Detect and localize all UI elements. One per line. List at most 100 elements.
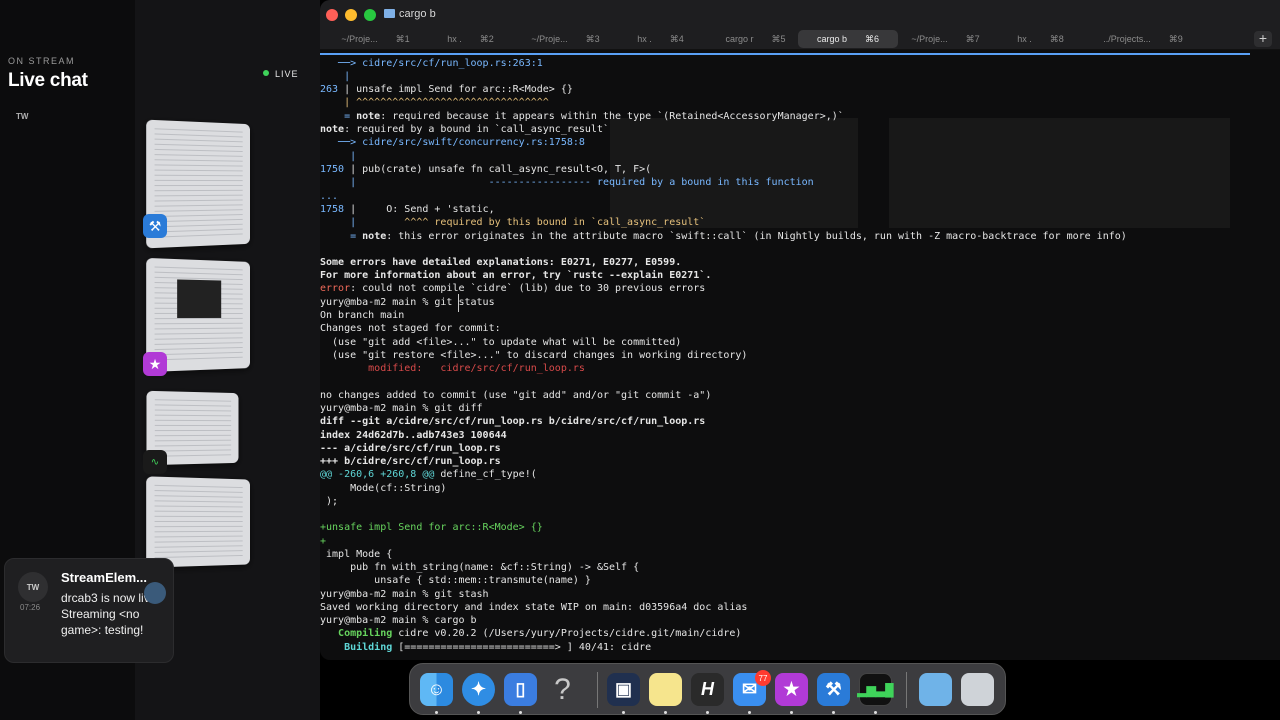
term-line: ... <box>320 191 339 202</box>
term-line: = note: required because it appears with… <box>320 110 844 123</box>
cargo-text: cidre v0.20.2 (/Users/yury/Projects/cidr… <box>392 628 742 639</box>
term-line: ); <box>320 496 339 507</box>
running-indicator <box>748 711 751 714</box>
preview-icon[interactable]: ▣ <box>607 673 640 706</box>
notification-title: StreamElem... <box>61 570 147 585</box>
tab-label: ~/Proje... <box>531 34 568 44</box>
on-stream-label: ON STREAM <box>8 56 76 66</box>
terminal-output[interactable]: ──> cidre/src/cf/run_loop.rs:263:1 | 263… <box>320 56 1280 660</box>
tab-label: ~/Proje... <box>911 34 948 44</box>
tab-label: ../Projects... <box>1103 34 1151 44</box>
gutter: | <box>320 177 489 188</box>
tab-progress-bar <box>320 53 1250 55</box>
term-line: diff --git a/cidre/src/cf/run_loop.rs b/… <box>320 416 706 427</box>
term-line: yury@mba-m2 main % git diff <box>320 403 483 414</box>
live-dot-icon <box>263 70 269 76</box>
term-line: (use "git add <file>..." to update what … <box>320 337 682 348</box>
term-line: --- a/cidre/src/cf/run_loop.rs <box>320 443 501 454</box>
tab-1[interactable]: ~/Proje... ⌘1 <box>328 28 423 50</box>
cargo-status: Building <box>320 642 393 653</box>
tab-shortcut: ⌘5 <box>771 33 786 44</box>
note-text: : this error originates in the attribute… <box>386 231 1127 242</box>
term-line: (use "git restore <file>..." to discard … <box>320 350 748 361</box>
term-line: @@ -260,6 +260,8 @@ define_cf_type!( <box>320 468 537 481</box>
helix-icon[interactable]: H <box>691 673 724 706</box>
tab-shortcut: ⌘4 <box>669 33 684 44</box>
term-line: Compiling cidre v0.20.2 (/Users/yury/Pro… <box>320 627 741 640</box>
term-line: pub fn with_string(name: &cf::String) ->… <box>320 562 640 573</box>
xcode-beta-icon: ⚒ <box>143 214 167 238</box>
tab-label: hx . <box>447 34 462 44</box>
trash-icon[interactable] <box>961 673 994 706</box>
term-line: + <box>320 536 327 547</box>
dock: ☺ ✦ ▯ ? ▣ H ✉ 77 ★ ⚒ ▂▆▃█ <box>409 663 1006 715</box>
tab-shortcut: ⌘8 <box>1049 33 1064 44</box>
note-label: note <box>356 111 381 122</box>
tab-6-active[interactable]: cargo b ⌘6 <box>798 30 898 48</box>
diff-context: define_cf_type!( <box>434 469 537 480</box>
terminal-window: cargo b ~/Proje... ⌘1 hx . ⌘2 ~/Proje... ⌘3… <box>320 0 1280 660</box>
tab-3[interactable]: ~/Proje... ⌘3 <box>518 28 613 50</box>
error-text: : could not compile `cidre` (lib) due to… <box>350 283 706 294</box>
finder-icon[interactable]: ☺ <box>420 673 453 706</box>
streamelements-notification[interactable]: TW 07:26 StreamElem... drcab3 is now liv… <box>4 558 174 663</box>
tab-label: ~/Proje... <box>341 34 378 44</box>
notes-icon[interactable] <box>649 673 682 706</box>
running-indicator <box>519 711 522 714</box>
error-label: error <box>320 283 351 294</box>
tab-2[interactable]: hx . ⌘2 <box>423 28 518 50</box>
tab-shortcut: ⌘3 <box>585 33 600 44</box>
note-text: : required because it appears within the… <box>380 111 844 122</box>
diff-hunk: @@ -260,6 +260,8 @@ <box>320 469 435 480</box>
cargo-status: Compiling <box>320 628 393 639</box>
line-number: 1750 <box>320 164 345 175</box>
note-text: : required by a bound in `call_async_res… <box>344 124 609 135</box>
code-text: | pub(crate) unsafe fn call_async_result… <box>344 164 652 175</box>
tab-4[interactable]: hx . ⌘4 <box>613 28 708 50</box>
mail-badge: 77 <box>755 670 771 686</box>
term-line: 1750 | pub(crate) unsafe fn call_async_r… <box>320 163 651 176</box>
window-title: cargo b <box>399 8 436 20</box>
faded-background-overlay <box>610 118 1230 228</box>
term-line: yury@mba-m2 main % cargo b <box>320 615 477 626</box>
term-line: note: required by a bound in `call_async… <box>320 123 609 136</box>
downloads-folder-icon[interactable] <box>919 673 952 706</box>
maximize-button[interactable] <box>364 9 376 21</box>
tab-8[interactable]: hx . ⌘8 <box>993 28 1088 50</box>
annotation-text: ----------------- required by a bound in… <box>488 177 814 188</box>
twitch-label: TW <box>16 112 29 121</box>
safari-icon[interactable]: ✦ <box>462 673 495 706</box>
tab-9[interactable]: ../Projects... ⌘9 <box>1088 28 1198 50</box>
notification-time: 07:26 <box>20 603 41 612</box>
term-line: +unsafe impl Send for arc::R<Mode> {} <box>320 522 543 533</box>
term-line: error: could not compile `cidre` (lib) d… <box>320 282 705 295</box>
term-line: +++ b/cidre/src/cf/run_loop.rs <box>320 456 501 467</box>
close-button[interactable] <box>326 9 338 21</box>
notification-avatar: TW <box>18 572 48 602</box>
xcode-icon[interactable]: ⚒ <box>817 673 850 706</box>
minimize-button[interactable] <box>345 9 357 21</box>
tab-shortcut: ⌘1 <box>395 33 410 44</box>
term-line: ──> cidre/src/cf/run_loop.rs:263:1 <box>320 58 543 69</box>
term-line: | ^^^^^^^^^^^^^^^^^^^^^^^^^^^^^^^^ <box>320 97 549 108</box>
new-tab-button[interactable]: + <box>1254 31 1272 47</box>
term-line: | <box>320 151 357 162</box>
tab-5[interactable]: cargo r ⌘5 <box>708 28 803 50</box>
activity-monitor-icon[interactable]: ▂▆▃█ <box>857 673 894 706</box>
gutter: = <box>320 111 357 122</box>
gutter: = <box>320 231 363 242</box>
simulator-icon[interactable]: ▯ <box>504 673 537 706</box>
annotation-text: ^^^^ required by this bound in `call_asy… <box>404 217 706 228</box>
window-thumbnail-finder[interactable] <box>146 476 251 568</box>
superstar-icon[interactable]: ★ <box>775 673 808 706</box>
term-line: | ^^^^ required by this bound in `call_a… <box>320 216 705 229</box>
code-text: | O: Send + 'static, <box>344 204 495 215</box>
term-line: | <box>320 71 351 82</box>
tab-7[interactable]: ~/Proje... ⌘7 <box>898 28 993 50</box>
tab-bar: ~/Proje... ⌘1 hx . ⌘2 ~/Proje... ⌘3 hx . ⌘4 … <box>320 28 1280 50</box>
help-icon[interactable]: ? <box>546 673 579 706</box>
dock-separator <box>906 672 907 708</box>
code-text: | unsafe impl Send for arc::R<Mode> {} <box>338 84 573 95</box>
term-line: Some errors have detailed explanations: … <box>320 257 682 268</box>
running-indicator <box>790 711 793 714</box>
